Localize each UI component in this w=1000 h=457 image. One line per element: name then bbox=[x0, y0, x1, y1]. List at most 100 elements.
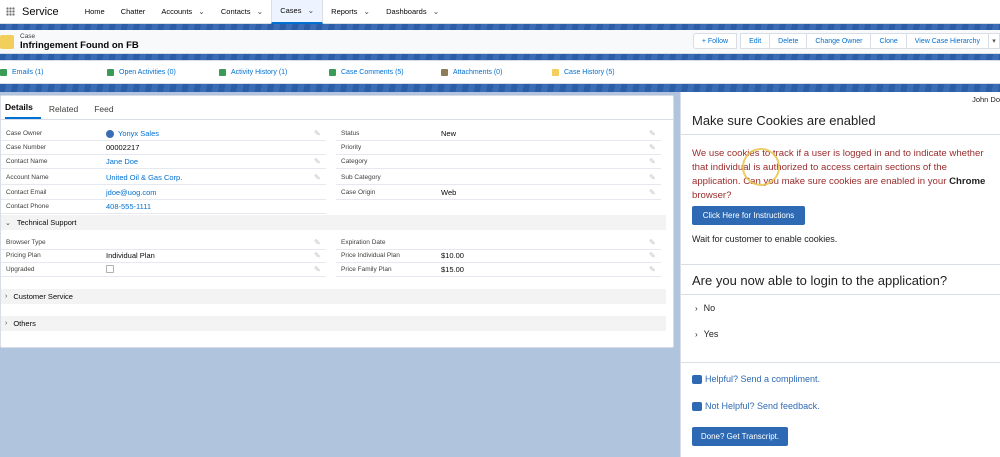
divider bbox=[681, 294, 1000, 295]
comment-icon bbox=[329, 68, 336, 76]
chevron-right-icon: › bbox=[695, 329, 698, 339]
section-technical-support[interactable]: ⌄ Technical Support bbox=[1, 215, 666, 230]
nav-dashboards[interactable]: Dashboards ⌄ bbox=[378, 0, 447, 24]
global-nav: Service Home Chatter Accounts ⌄ Contacts ⌄… bbox=[0, 0, 1000, 24]
upgraded-checkbox[interactable] bbox=[106, 264, 114, 273]
edit-pencil-icon[interactable]: ✎ bbox=[649, 157, 661, 166]
thumbs-up-icon bbox=[692, 374, 702, 384]
field-sub-category: Sub Category ✎ bbox=[336, 171, 661, 185]
chevron-down-icon[interactable]: ⌄ bbox=[363, 7, 370, 16]
edit-pencil-icon[interactable]: ✎ bbox=[649, 173, 661, 182]
nav-contacts[interactable]: Contacts ⌄ bbox=[213, 0, 271, 24]
contact-name-link[interactable]: Jane Doe bbox=[106, 157, 314, 166]
related-activity-history[interactable]: Activity History (1) bbox=[219, 68, 287, 76]
field-contact-phone: Contact Phone 408-555-1111 bbox=[1, 200, 326, 214]
transcript-button[interactable]: Done? Get Transcript. bbox=[692, 427, 788, 446]
change-owner-button[interactable]: Change Owner bbox=[806, 33, 872, 49]
field-priority: Priority ✎ bbox=[336, 141, 661, 155]
related-case-history[interactable]: Case History (5) bbox=[552, 68, 615, 76]
tab-details[interactable]: Details bbox=[5, 102, 41, 119]
field-price-family: Price Family Plan $15.00 ✎ bbox=[336, 263, 661, 277]
field-price-individual: Price Individual Plan $10.00 ✎ bbox=[336, 249, 661, 263]
case-owner-link[interactable]: Yonyx Sales bbox=[118, 129, 159, 138]
field-contact-email: Contact Email jdoe@uog.com bbox=[1, 186, 326, 200]
not-helpful-link[interactable]: Not Helpful? Send feedback. bbox=[692, 401, 820, 411]
app-launcher-icon[interactable] bbox=[0, 0, 20, 24]
field-expiration-date: Expiration Date ✎ bbox=[336, 236, 661, 250]
edit-pencil-icon[interactable]: ✎ bbox=[649, 188, 661, 197]
follow-button[interactable]: + Follow bbox=[692, 33, 738, 49]
wait-text: Wait for customer to enable cookies. bbox=[692, 234, 838, 244]
nav-chatter[interactable]: Chatter bbox=[113, 0, 154, 24]
activity-history-icon bbox=[219, 68, 226, 76]
tab-feed[interactable]: Feed bbox=[94, 104, 121, 119]
clone-button[interactable]: Clone bbox=[870, 33, 907, 49]
account-name-link[interactable]: United Oil & Gas Corp. bbox=[106, 173, 314, 182]
edit-button[interactable]: Edit bbox=[740, 33, 771, 49]
chevron-down-icon[interactable]: ⌄ bbox=[256, 7, 263, 16]
option-no[interactable]: › No bbox=[695, 303, 715, 313]
edit-pencil-icon[interactable]: ✎ bbox=[649, 251, 661, 260]
instructions-button[interactable]: Click Here for Instructions bbox=[692, 206, 805, 225]
related-emails[interactable]: Emails (1) bbox=[0, 68, 44, 76]
field-pricing-plan: Pricing Plan Individual Plan ✎ bbox=[1, 249, 326, 263]
edit-pencil-icon[interactable]: ✎ bbox=[314, 157, 326, 166]
section-customer-service[interactable]: › Customer Service bbox=[1, 289, 666, 304]
edit-pencil-icon[interactable]: ✎ bbox=[649, 143, 661, 152]
related-open-activities[interactable]: Open Activities (0) bbox=[107, 68, 176, 76]
app-name: Service bbox=[22, 5, 59, 18]
divider bbox=[681, 134, 1000, 135]
contact-email-link[interactable]: jdoe@uog.com bbox=[106, 188, 326, 197]
divider bbox=[681, 264, 1000, 265]
chevron-right-icon: › bbox=[695, 303, 698, 313]
chevron-down-icon: ⌄ bbox=[5, 219, 11, 227]
edit-pencil-icon[interactable]: ✎ bbox=[314, 129, 326, 138]
contact-phone-link[interactable]: 408-555-1111 bbox=[106, 202, 326, 211]
helpful-link[interactable]: Helpful? Send a compliment. bbox=[692, 374, 820, 384]
chevron-down-icon[interactable]: ⌄ bbox=[307, 6, 314, 15]
record-type-label: Case bbox=[20, 32, 36, 40]
details-panel: Details Related Feed Case Owner Yonyx Sa… bbox=[0, 95, 674, 348]
tab-related[interactable]: Related bbox=[49, 104, 86, 119]
case-history-icon bbox=[552, 68, 559, 76]
edit-pencil-icon[interactable]: ✎ bbox=[314, 265, 326, 274]
record-title: Infringement Found on FB bbox=[20, 39, 139, 51]
cookies-heading: Make sure Cookies are enabled bbox=[692, 113, 876, 128]
related-case-comments[interactable]: Case Comments (5) bbox=[329, 68, 404, 76]
chevron-down-icon[interactable]: ⌄ bbox=[198, 7, 205, 16]
nav-cases[interactable]: Cases ⌄ bbox=[271, 0, 324, 24]
field-category: Category ✎ bbox=[336, 155, 661, 169]
edit-pencil-icon[interactable]: ✎ bbox=[649, 129, 661, 138]
edit-pencil-icon[interactable]: ✎ bbox=[314, 238, 326, 247]
option-yes[interactable]: › Yes bbox=[695, 329, 718, 339]
guidance-panel: John Do Make sure Cookies are enabled We… bbox=[680, 92, 1000, 457]
field-browser-type: Browser Type ✎ bbox=[1, 236, 326, 250]
thumbs-down-icon bbox=[692, 401, 702, 411]
section-others[interactable]: › Others bbox=[1, 316, 666, 331]
field-contact-name: Contact Name Jane Doe ✎ bbox=[1, 155, 326, 169]
view-hierarchy-button[interactable]: View Case Hierarchy bbox=[905, 33, 989, 49]
field-case-origin: Case Origin Web ✎ bbox=[336, 186, 661, 200]
edit-pencil-icon[interactable]: ✎ bbox=[314, 251, 326, 260]
cursor-highlight bbox=[742, 148, 780, 186]
login-question: Are you now able to login to the applica… bbox=[692, 273, 948, 288]
nav-accounts[interactable]: Accounts ⌄ bbox=[153, 0, 213, 24]
record-header: Case Infringement Found on FB + Follow E… bbox=[0, 30, 1000, 54]
email-icon bbox=[0, 68, 7, 76]
chevron-right-icon: › bbox=[5, 320, 8, 327]
more-actions-chevron-icon[interactable]: ▾ bbox=[988, 33, 1000, 49]
nav-reports[interactable]: Reports ⌄ bbox=[323, 0, 378, 24]
nav-home[interactable]: Home bbox=[77, 0, 113, 24]
chevron-down-icon[interactable]: ⌄ bbox=[433, 7, 440, 16]
related-attachments[interactable]: Attachments (0) bbox=[441, 68, 502, 76]
case-icon bbox=[0, 34, 14, 49]
delete-button[interactable]: Delete bbox=[769, 33, 808, 49]
edit-pencil-icon[interactable]: ✎ bbox=[314, 173, 326, 182]
record-tabs: Details Related Feed bbox=[1, 96, 673, 120]
field-upgraded: Upgraded ✎ bbox=[1, 263, 326, 277]
activity-icon bbox=[107, 68, 114, 76]
field-status: Status New ✎ bbox=[336, 127, 661, 141]
chevron-right-icon: › bbox=[5, 293, 8, 300]
edit-pencil-icon[interactable]: ✎ bbox=[649, 238, 661, 247]
edit-pencil-icon[interactable]: ✎ bbox=[649, 265, 661, 274]
